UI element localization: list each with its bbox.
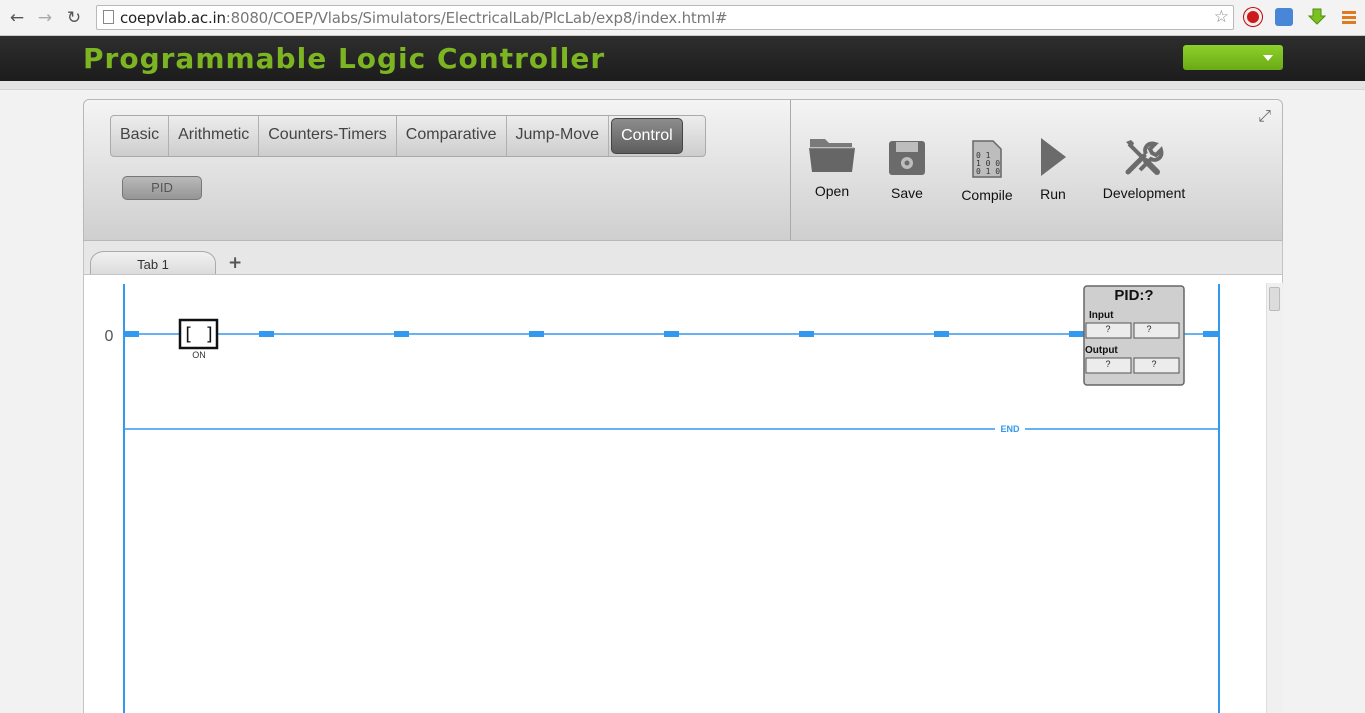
development-label: Development <box>1102 185 1186 201</box>
save-button[interactable]: Save <box>885 140 929 201</box>
add-tab-icon[interactable]: + <box>228 253 242 273</box>
pid-instruction-button[interactable]: PID <box>122 176 202 200</box>
app-title: Programmable Logic Controller <box>83 42 606 75</box>
download-icon[interactable] <box>1307 8 1327 26</box>
tab-jump-move[interactable]: Jump-Move <box>507 116 610 156</box>
run-button[interactable]: Run <box>1036 137 1070 202</box>
browser-toolbar: ← → ↻ coepvlab.ac.in:8080/COEP/Vlabs/Sim… <box>0 0 1365 36</box>
scrollbar-thumb[interactable] <box>1269 287 1280 311</box>
expand-icon[interactable]: ⤢ <box>1258 106 1271 126</box>
open-label: Open <box>814 183 850 199</box>
tab-basic[interactable]: Basic <box>111 116 170 156</box>
ladder-editor[interactable] <box>83 283 1283 713</box>
translate-icon[interactable] <box>1275 8 1293 26</box>
header-separator <box>0 81 1365 90</box>
floppy-disk-icon <box>885 140 929 179</box>
vertical-scrollbar[interactable] <box>1266 283 1283 713</box>
open-button[interactable]: Open <box>806 134 858 199</box>
save-label: Save <box>891 185 923 201</box>
binary-file-icon: 0 11 0 00 1 0 <box>959 140 1015 181</box>
toolbar-panel: Basic Arithmetic Counters-Timers Compara… <box>83 99 1283 241</box>
bookmark-star-icon[interactable]: ☆ <box>1214 7 1229 27</box>
tools-wrench-screwdriver-icon <box>1101 139 1187 179</box>
user-dropdown[interactable] <box>1183 45 1283 70</box>
panel-divider <box>790 100 791 240</box>
tab-control[interactable]: Control <box>611 118 683 154</box>
run-label: Run <box>1040 186 1066 202</box>
chevron-down-icon <box>1263 55 1273 61</box>
category-tabs: Basic Arithmetic Counters-Timers Compara… <box>110 115 706 157</box>
adblock-icon[interactable] <box>1244 8 1262 26</box>
svg-text:0 1 0: 0 1 0 <box>976 167 1000 176</box>
compile-label: Compile <box>961 187 1013 203</box>
url-text: coepvlab.ac.in:8080/COEP/Vlabs/Simulator… <box>120 9 728 27</box>
play-icon <box>1036 137 1070 180</box>
development-button[interactable]: Development <box>1101 139 1187 201</box>
back-arrow-icon[interactable]: ← <box>6 7 28 29</box>
page-icon <box>103 10 114 24</box>
reload-icon[interactable]: ↻ <box>63 7 85 29</box>
compile-button[interactable]: 0 11 0 00 1 0 Compile <box>959 140 1015 203</box>
forward-arrow-icon[interactable]: → <box>34 7 56 29</box>
document-tabs-bar: Tab 1 + <box>83 241 1283 276</box>
tab-arithmetic[interactable]: Arithmetic <box>169 116 260 156</box>
menu-icon[interactable] <box>1341 8 1359 26</box>
app-header: Programmable Logic Controller <box>0 36 1365 81</box>
tab-1[interactable]: Tab 1 <box>90 251 216 276</box>
tab-comparative[interactable]: Comparative <box>397 116 507 156</box>
tab-counters-timers[interactable]: Counters-Timers <box>259 116 397 156</box>
folder-icon <box>806 134 858 177</box>
address-bar[interactable]: coepvlab.ac.in:8080/COEP/Vlabs/Simulator… <box>96 5 1234 30</box>
